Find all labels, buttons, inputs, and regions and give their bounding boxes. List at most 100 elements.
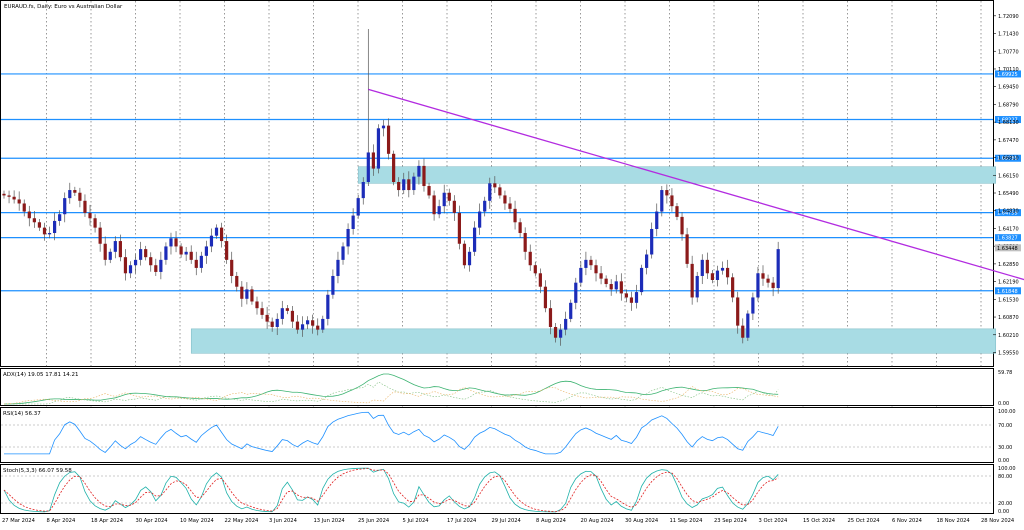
chart-canvas[interactable]: 1.699251.682271.667851.647591.638271.618… xyxy=(0,0,1024,526)
candle-body xyxy=(569,302,573,319)
candle-body xyxy=(17,199,21,204)
date-label: 28 Nov 2024 xyxy=(981,518,1015,524)
candle-body xyxy=(219,227,224,242)
candle-body xyxy=(634,292,639,303)
candle-body xyxy=(83,200,87,213)
candle-body xyxy=(123,257,128,274)
candle-body xyxy=(366,152,370,182)
candle-body xyxy=(427,186,431,196)
candle-body xyxy=(270,321,274,327)
candle-body xyxy=(225,241,229,260)
candle-body xyxy=(381,125,386,129)
candle-body xyxy=(402,179,406,191)
candle-body xyxy=(483,200,487,212)
price-tick-label: 1.61530 xyxy=(998,297,1019,303)
price-tick-label: 1.68790 xyxy=(998,102,1019,108)
candle-body xyxy=(579,267,583,283)
candle-body xyxy=(523,233,527,252)
time-axis[interactable]: 27 Mar 2024 8 Apr 2024 18 Apr 2024 30 Apr 2… xyxy=(2,518,1015,524)
candle-body xyxy=(766,278,770,283)
candle-body xyxy=(311,320,315,326)
candle-body xyxy=(488,183,492,201)
candle-body xyxy=(98,227,102,244)
adx-label: ADX(14) 19.05 17.81 14.21 xyxy=(3,372,79,378)
candle-body xyxy=(412,176,416,191)
candle-body xyxy=(397,182,401,191)
candle-body xyxy=(68,190,72,199)
candle-body xyxy=(280,308,284,319)
candle-body xyxy=(736,297,740,326)
date-label: 23 Sep 2024 xyxy=(714,518,748,524)
candle-body xyxy=(321,318,325,330)
price-tick-label: 1.67470 xyxy=(998,138,1019,144)
date-label: 10 May 2024 xyxy=(180,518,215,524)
candle-body xyxy=(548,308,553,327)
support-zone xyxy=(190,328,997,354)
candle-body xyxy=(235,275,239,287)
candle-body xyxy=(472,227,477,252)
trading-chart-window[interactable]: 1.69925 1.68227 1.66785 1.64759 1.63827 1.618… xyxy=(0,0,1024,526)
candle-body xyxy=(432,195,436,215)
candle-body xyxy=(559,329,563,338)
price-tick-label: 1.62190 xyxy=(998,280,1019,286)
date-label: 27 Mar 2024 xyxy=(2,518,36,524)
date-label: 17 Jul 2024 xyxy=(447,518,477,524)
candle-body xyxy=(194,259,198,268)
candle-body xyxy=(695,275,699,298)
candle-body xyxy=(660,190,664,212)
candle-body xyxy=(42,227,47,235)
candle-body xyxy=(710,273,714,280)
candle-body xyxy=(22,203,26,212)
candle-body xyxy=(53,220,57,234)
stoch-tick-0: 0.00 xyxy=(998,509,1009,515)
candle-body xyxy=(518,222,522,234)
date-label: 5 Jul 2024 xyxy=(403,518,430,524)
rsi-tick-0: 0.00 xyxy=(998,458,1009,464)
candle-body xyxy=(12,196,16,200)
candle-body xyxy=(467,251,472,266)
candle-body xyxy=(629,297,634,303)
candle-body xyxy=(73,190,77,193)
stoch-pane[interactable] xyxy=(0,464,994,514)
date-label: 3 Oct 2024 xyxy=(759,518,788,524)
date-label: 25 Oct 2024 xyxy=(848,518,881,524)
candle-body xyxy=(513,208,517,223)
candle-body xyxy=(538,273,542,287)
candle-body xyxy=(93,218,97,228)
candle-body xyxy=(316,325,320,330)
candle-body xyxy=(746,313,750,338)
date-label: 22 May 2024 xyxy=(225,518,260,524)
candle-body xyxy=(675,206,679,217)
candle-body xyxy=(614,281,618,290)
candle-body xyxy=(275,318,279,327)
candle-body xyxy=(169,238,173,247)
date-label: 18 Apr 2024 xyxy=(91,518,124,524)
candle-body xyxy=(731,277,735,298)
date-label: 3 Jun 2024 xyxy=(269,518,298,524)
candle-body xyxy=(2,193,6,196)
rsi-tick-30: 30.00 xyxy=(998,445,1012,451)
price-tick-label: 1.62850 xyxy=(998,262,1019,268)
candle-body xyxy=(341,246,345,260)
rsi-tick-70: 70.00 xyxy=(998,423,1012,429)
price-tick-label: 1.60210 xyxy=(998,333,1019,339)
candle-body xyxy=(725,267,730,278)
candle-body xyxy=(639,267,644,293)
candle-body xyxy=(290,310,295,322)
candle-body xyxy=(184,251,188,255)
candle-body xyxy=(493,183,497,188)
price-axis[interactable]: 1.72090 1.71430 1.70770 1.70110 1.69450 1.687… xyxy=(993,14,1021,357)
adx-tick-top: 59.78 xyxy=(998,370,1012,376)
rsi-pane[interactable] xyxy=(0,407,994,463)
rsi-tick-100: 100.00 xyxy=(998,409,1016,415)
candle-body xyxy=(478,211,482,228)
candle-body xyxy=(503,195,507,204)
candle-body xyxy=(88,212,92,219)
candle-body xyxy=(7,195,11,197)
date-label: 13 Jun 2024 xyxy=(314,518,346,524)
candle-body xyxy=(751,297,755,314)
adx-pane[interactable] xyxy=(0,368,994,406)
candle-body xyxy=(265,314,269,322)
candle-body xyxy=(144,249,148,258)
candle-body xyxy=(508,203,512,209)
